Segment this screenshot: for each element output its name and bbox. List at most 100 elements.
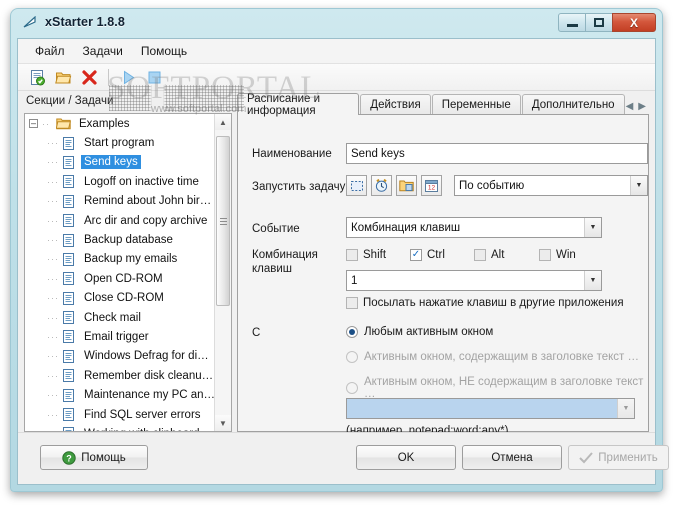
cancel-button[interactable]: Отмена bbox=[462, 445, 562, 470]
tab-next-icon[interactable]: ▶ bbox=[638, 101, 646, 112]
tree-scrollbar[interactable]: ▲ ▼ bbox=[214, 114, 231, 431]
tree-row[interactable]: ···Email trigger bbox=[25, 327, 214, 346]
app-window: xStarter 1.8.8 X Файл Задачи Помощь bbox=[10, 8, 663, 492]
tree-row[interactable]: ···Remember disk cleanu… bbox=[25, 366, 214, 385]
tab-schedule-info[interactable]: Расписание и информация bbox=[237, 93, 359, 115]
tree-row[interactable]: ···Close CD-ROM bbox=[25, 289, 214, 308]
toolbar[interactable] bbox=[18, 64, 655, 91]
tree-row[interactable]: ···Check mail bbox=[25, 308, 214, 327]
ok-button[interactable]: OK bbox=[356, 445, 456, 470]
radio-window-not-contains-text[interactable]: Активным окном, НЕ содержащим в заголовк… bbox=[346, 376, 648, 400]
send-to-other-apps-checkbox[interactable]: Посылать нажатие клавиш в другие приложе… bbox=[346, 297, 624, 309]
tree-line-icon: ··· bbox=[47, 157, 61, 167]
help-button[interactable]: ? Помощь bbox=[40, 445, 148, 470]
tab-prev-icon[interactable]: ◀ bbox=[626, 101, 634, 112]
run-icon[interactable] bbox=[117, 66, 139, 88]
close-button[interactable]: X bbox=[612, 13, 656, 32]
title-bar[interactable]: xStarter 1.8.8 X bbox=[11, 9, 662, 38]
maximize-button[interactable] bbox=[585, 13, 613, 32]
modifier-win-checkbox[interactable]: Win bbox=[539, 249, 576, 261]
scroll-up-icon[interactable]: ▲ bbox=[215, 114, 231, 130]
tree-row[interactable]: ···Windows Defrag for di… bbox=[25, 347, 214, 366]
task-document-icon bbox=[61, 349, 76, 364]
tree-item-label: Backup my emails bbox=[81, 252, 180, 266]
dialog-button-bar: ? Помощь OK Отмена Применить bbox=[18, 432, 655, 484]
hotkey-label-line2: клавиш bbox=[252, 263, 292, 275]
tree-row[interactable]: ···Logoff on inactive time bbox=[25, 172, 214, 191]
tree-line-icon: ··· bbox=[47, 254, 61, 264]
menu-item-file[interactable]: Файл bbox=[27, 41, 73, 61]
menu-bar[interactable]: Файл Задачи Помощь bbox=[18, 39, 655, 64]
checkbox-box bbox=[474, 249, 486, 261]
tree-row[interactable]: ···Backup database bbox=[25, 230, 214, 249]
chevron-down-icon[interactable]: ▼ bbox=[584, 218, 601, 237]
open-folder-icon[interactable] bbox=[52, 66, 74, 88]
manual-trigger-icon[interactable] bbox=[346, 175, 367, 196]
tree-item-label: Maintenance my PC an… bbox=[81, 388, 214, 402]
event-label: Событие bbox=[252, 223, 300, 235]
minimize-button[interactable] bbox=[558, 13, 586, 32]
run-task-combo[interactable]: По событию ▼ bbox=[454, 175, 648, 196]
task-tree[interactable]: – ·· Examples ··· Start program ···Send ke… bbox=[24, 113, 232, 432]
tree-line-icon: ··· bbox=[47, 351, 61, 361]
sections-tasks-header: Секции / Задачи bbox=[24, 93, 232, 110]
tree-row[interactable]: ···Open CD-ROM bbox=[25, 269, 214, 288]
new-task-icon[interactable] bbox=[26, 66, 48, 88]
chevron-down-icon[interactable]: ▼ bbox=[630, 176, 647, 195]
radio-window-not-contains-text-label: Активным окном, НЕ содержащим в заголовк… bbox=[364, 376, 648, 400]
chevron-down-icon[interactable]: ▼ bbox=[617, 399, 634, 418]
name-input[interactable]: Send keys bbox=[346, 143, 648, 164]
window-controls[interactable]: X bbox=[559, 13, 656, 32]
task-document-icon bbox=[61, 233, 76, 248]
chevron-down-icon[interactable]: ▼ bbox=[584, 271, 601, 290]
modifier-shift-label: Shift bbox=[363, 249, 386, 261]
tree-row[interactable]: ··· Backup my emails bbox=[25, 250, 214, 269]
window-text-combo[interactable]: ▼ bbox=[346, 398, 635, 419]
modifier-alt-checkbox[interactable]: Alt bbox=[474, 249, 504, 261]
tree-row[interactable]: ···Remind about John bir… bbox=[25, 192, 214, 211]
tree-row[interactable]: ···Working with clipboard… bbox=[25, 424, 214, 431]
tree-row[interactable]: ···Find SQL server errors bbox=[25, 405, 214, 424]
tree-line-icon: ··· bbox=[47, 410, 61, 420]
help-button-label: Помощь bbox=[81, 452, 125, 464]
tree-item-label: Working with clipboard… bbox=[81, 427, 214, 431]
event-combo[interactable]: Комбинация клавиш ▼ bbox=[346, 217, 602, 238]
menu-item-help[interactable]: Помощь bbox=[133, 41, 195, 61]
tree-row[interactable]: – ·· Examples bbox=[25, 114, 214, 133]
radio-window-contains-text[interactable]: Активным окном, содержащим в заголовке т… bbox=[346, 351, 639, 363]
tab-scroll-controls[interactable]: ◀ ▶ bbox=[626, 101, 649, 115]
tab-variables[interactable]: Переменные bbox=[432, 94, 521, 115]
radio-window-contains-text-label: Активным окном, содержащим в заголовке т… bbox=[364, 351, 639, 363]
calendar-trigger-icon[interactable]: 12 bbox=[421, 175, 442, 196]
schedule-form: Наименование Send keys Запустить задачу bbox=[238, 115, 648, 431]
task-document-icon bbox=[61, 194, 76, 209]
modifier-ctrl-checkbox[interactable]: ✓ Ctrl bbox=[410, 249, 445, 261]
apply-button[interactable]: Применить bbox=[568, 445, 669, 470]
tree-item-label: Check mail bbox=[81, 311, 144, 325]
tab-actions[interactable]: Действия bbox=[360, 94, 430, 115]
timer-trigger-icon[interactable] bbox=[371, 175, 392, 196]
tree-line-icon: ··· bbox=[47, 293, 61, 303]
hotkey-combo[interactable]: 1 ▼ bbox=[346, 270, 602, 291]
stop-icon[interactable] bbox=[143, 66, 165, 88]
tree-row[interactable]: ···Maintenance my PC an… bbox=[25, 385, 214, 404]
tree-row[interactable]: ··· Start program bbox=[25, 133, 214, 152]
scroll-down-icon[interactable]: ▼ bbox=[215, 415, 231, 431]
task-document-icon bbox=[61, 388, 76, 403]
radio-any-active-window[interactable]: Любым активным окном bbox=[346, 326, 493, 338]
task-document-icon bbox=[61, 310, 76, 325]
tree-row[interactable]: ···Send keys bbox=[25, 153, 214, 172]
menu-item-tasks[interactable]: Задачи bbox=[75, 41, 131, 61]
expander-icon[interactable]: – bbox=[29, 119, 38, 128]
delete-icon[interactable] bbox=[78, 66, 100, 88]
modifier-shift-checkbox[interactable]: Shift bbox=[346, 249, 386, 261]
tree-line-icon: ··· bbox=[47, 138, 61, 148]
scroll-grip-icon bbox=[220, 218, 227, 225]
tab-advanced[interactable]: Дополнительно bbox=[522, 94, 625, 115]
tree-item-label: Start program bbox=[81, 136, 157, 150]
folder-trigger-icon[interactable] bbox=[396, 175, 417, 196]
scroll-thumb[interactable] bbox=[216, 136, 230, 306]
tree-row[interactable]: ···Arc dir and copy archive bbox=[25, 211, 214, 230]
tab-strip[interactable]: Расписание и информация Действия Перемен… bbox=[237, 93, 649, 115]
modifier-win-label: Win bbox=[556, 249, 576, 261]
